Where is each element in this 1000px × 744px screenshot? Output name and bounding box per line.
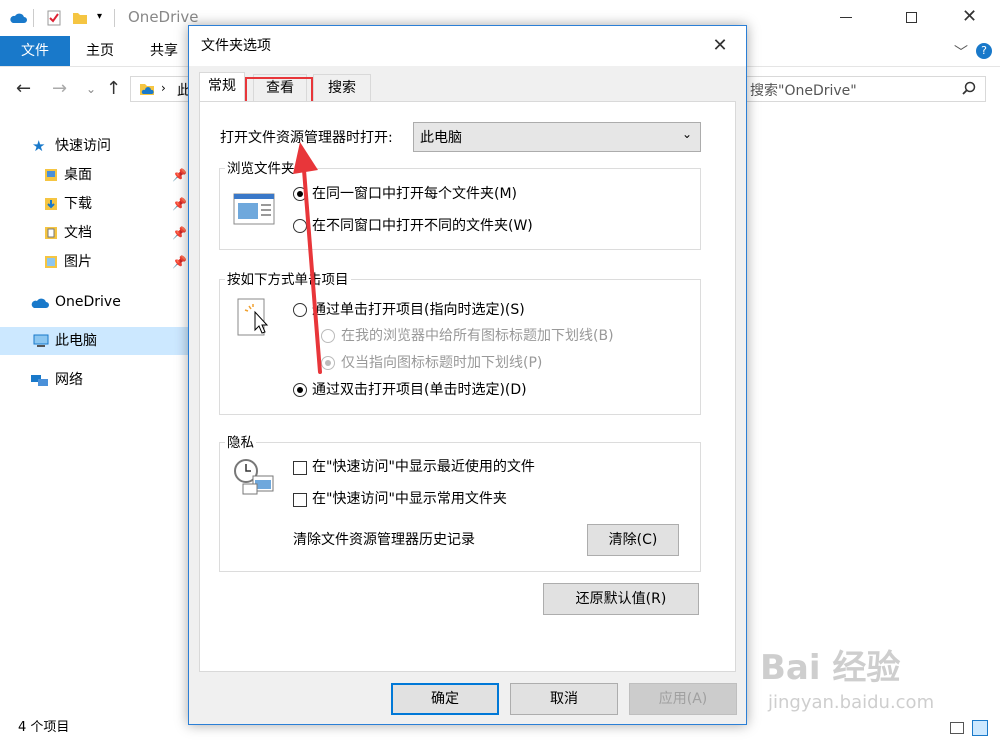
search-box[interactable]: 搜索"OneDrive" (746, 76, 986, 102)
large-icons-view-icon[interactable] (972, 720, 988, 736)
computer-icon (32, 334, 50, 348)
recent-files-label[interactable]: 在"快速访问"中显示最近使用的文件 (312, 457, 535, 477)
up-icon[interactable]: ↑ (106, 72, 121, 106)
sidebar-item-label: 网络 (55, 372, 83, 388)
radio-double-click[interactable] (293, 383, 307, 397)
chevron-down-icon[interactable]: ﹀ (954, 42, 968, 62)
clear-button[interactable]: 清除(C) (587, 524, 679, 556)
window-title: OneDrive (128, 8, 199, 26)
tab-general[interactable]: 常规 (199, 72, 245, 102)
privacy-title: 隐私 (225, 434, 256, 452)
underline-hover-label[interactable]: 仅当指向图标标题时加下划线(P) (341, 353, 542, 373)
ok-button[interactable]: 确定 (391, 683, 499, 715)
sidebar-item-pictures[interactable]: 图片 📌 (0, 248, 190, 276)
underline-all-label[interactable]: 在我的浏览器中给所有图标标题加下划线(B) (341, 326, 614, 346)
pin-icon: 📌 (172, 226, 187, 240)
sidebar-item-downloads[interactable]: 下载 📌 (0, 190, 190, 218)
sidebar-item-label: 文档 (64, 225, 92, 241)
sidebar-item-label: OneDrive (55, 294, 121, 310)
new-folder-icon[interactable] (72, 11, 88, 25)
address-chevron-icon: › (161, 81, 166, 95)
forward-icon[interactable]: → (52, 72, 67, 106)
navigation-pane: ★ 快速访问 桌面 📌 下载 📌 文档 📌 图片 📌 OneDrive 此电脑 … (0, 120, 190, 420)
recent-dropdown-icon[interactable]: ⌄ (86, 72, 96, 106)
separator (114, 9, 115, 27)
tab-search[interactable]: 搜索 (313, 74, 371, 102)
pictures-folder-icon (44, 255, 58, 269)
tab-file[interactable]: 文件 (0, 36, 70, 66)
minimize-icon[interactable] (840, 17, 852, 18)
status-bar-count: 4 个项目 (18, 720, 70, 735)
pin-icon: 📌 (172, 168, 187, 182)
frequent-folders-label[interactable]: 在"快速访问"中显示常用文件夹 (312, 489, 507, 509)
tab-home[interactable]: 主页 (86, 36, 114, 66)
properties-icon[interactable] (46, 10, 62, 26)
single-click-label[interactable]: 通过单击打开项目(指向时选定)(S) (312, 300, 525, 320)
documents-folder-icon (44, 226, 58, 240)
window-preview-icon (233, 193, 275, 225)
watermark-brand: Bai 经验 (760, 648, 901, 688)
help-icon[interactable]: ? (976, 43, 992, 59)
double-click-label[interactable]: 通过双击打开项目(单击时选定)(D) (312, 380, 527, 400)
search-icon[interactable] (962, 81, 976, 95)
restore-defaults-button[interactable]: 还原默认值(R) (543, 583, 699, 615)
sidebar-item-desktop[interactable]: 桌面 📌 (0, 161, 190, 189)
close-icon[interactable]: ✕ (962, 6, 977, 27)
back-icon[interactable]: ← (16, 72, 31, 106)
same-window-label[interactable]: 在同一窗口中打开每个文件夹(M) (312, 184, 517, 204)
network-icon (30, 372, 50, 388)
address-field[interactable]: › 此 (130, 76, 191, 102)
sidebar-item-onedrive[interactable]: OneDrive (0, 288, 190, 316)
watermark: Bai 经验 jingyan.baidu.com (760, 640, 950, 730)
cancel-button[interactable]: 取消 (510, 683, 618, 715)
chevron-down-icon: ⌄ (682, 127, 693, 141)
watermark-url: jingyan.baidu.com (768, 692, 935, 713)
customize-qat-icon[interactable]: ▾ (97, 11, 102, 22)
sidebar-item-network[interactable]: 网络 (0, 366, 190, 394)
sidebar-item-label: 下载 (64, 196, 92, 212)
sidebar-item-documents[interactable]: 文档 📌 (0, 219, 190, 247)
sidebar-item-this-pc[interactable]: 此电脑 (0, 327, 190, 355)
open-in-select[interactable]: 此电脑 ⌄ (413, 122, 701, 152)
recent-files-checkbox[interactable] (293, 461, 307, 475)
folder-options-dialog: 文件夹选项 ✕ 常规 查看 搜索 打开文件资源管理器时打开: 此电脑 ⌄ 浏览文… (188, 25, 747, 725)
folder-icon (139, 82, 155, 96)
onedrive-icon (30, 296, 50, 309)
download-folder-icon (44, 197, 58, 211)
open-in-value: 此电脑 (420, 130, 462, 146)
apply-button[interactable]: 应用(A) (629, 683, 737, 715)
sidebar-item-label: 此电脑 (55, 333, 97, 349)
dialog-title: 文件夹选项 (201, 38, 271, 54)
cursor-click-icon (237, 298, 273, 338)
sidebar-item-label: 桌面 (64, 167, 92, 183)
dialog-close-icon[interactable]: ✕ (707, 34, 733, 58)
sidebar-item-label: 快速访问 (55, 138, 111, 154)
annotation-arrow (293, 142, 322, 374)
privacy-clock-icon (233, 458, 277, 496)
frequent-folders-checkbox[interactable] (293, 493, 307, 507)
sidebar-item-label: 图片 (64, 254, 92, 270)
details-view-icon[interactable] (950, 722, 964, 734)
desktop-folder-icon (44, 168, 58, 182)
pin-icon: 📌 (172, 197, 187, 211)
search-placeholder: 搜索"OneDrive" (750, 83, 857, 99)
pin-icon: 📌 (172, 255, 187, 269)
tab-share[interactable]: 共享 (150, 36, 178, 66)
onedrive-icon (9, 10, 27, 24)
sidebar-item-quick-access[interactable]: ★ 快速访问 (0, 132, 190, 160)
browse-folders-title: 浏览文件夹 (225, 160, 297, 178)
star-icon: ★ (32, 137, 46, 155)
new-window-label[interactable]: 在不同窗口中打开不同的文件夹(W) (312, 216, 533, 236)
dialog-title-bar: 文件夹选项 ✕ (189, 26, 746, 66)
separator (33, 9, 34, 27)
maximize-icon[interactable] (906, 12, 917, 23)
clear-history-label: 清除文件资源管理器历史记录 (293, 532, 475, 548)
